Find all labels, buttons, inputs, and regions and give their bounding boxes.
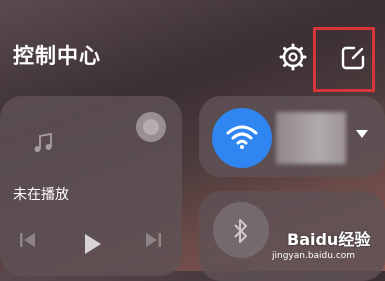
watermark-url: jingyan.baidu.com <box>272 251 356 261</box>
previous-icon[interactable] <box>18 230 38 250</box>
music-note-icon <box>34 132 52 152</box>
wifi-network-name-redacted <box>276 112 346 164</box>
page-title: 控制中心 <box>13 44 101 68</box>
chevron-down-icon[interactable] <box>356 130 368 138</box>
watermark: Baidu经验 <box>287 230 371 249</box>
bluetooth-icon <box>234 219 247 243</box>
media-status: 未在播放 <box>13 187 69 203</box>
gear-icon[interactable] <box>278 42 308 72</box>
wifi-icon <box>226 125 258 149</box>
cast-icon-inner <box>143 119 159 135</box>
edit-icon[interactable] <box>340 45 366 71</box>
play-icon[interactable] <box>80 232 104 256</box>
next-icon[interactable] <box>143 230 163 250</box>
